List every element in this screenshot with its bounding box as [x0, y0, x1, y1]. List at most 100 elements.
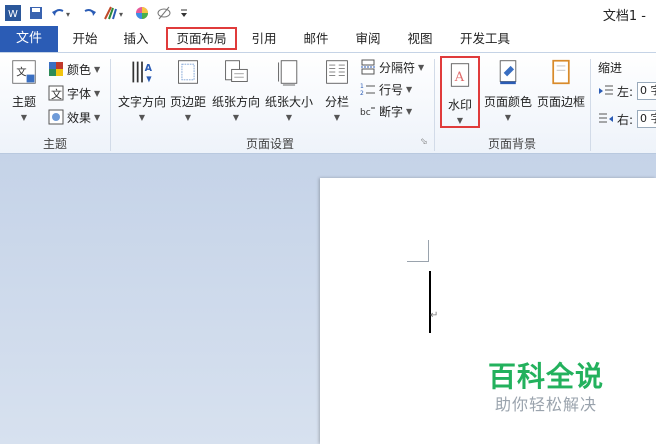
watermark-button[interactable]: A 水印 ▼ — [440, 56, 480, 128]
theme-colors-icon — [49, 62, 63, 76]
brand-watermark-title: 百科全说 — [488, 360, 605, 393]
watermark-icon: A — [450, 63, 470, 87]
orientation-icon — [225, 60, 248, 82]
page-size-label: 纸张大小 — [264, 95, 313, 109]
columns-button[interactable]: 分栏 ▼ — [320, 57, 354, 122]
paragraph-mark: ↵ — [430, 310, 439, 321]
indent-left-label: 左: — [617, 84, 634, 99]
tab-file[interactable]: 文件 — [0, 26, 58, 52]
hyphenation-button[interactable]: bc 断字 ▼ — [360, 101, 412, 121]
theme-fonts-button[interactable]: 文 字体 ▼ — [48, 83, 100, 103]
theme-effects-label: 效果 — [67, 110, 92, 125]
svg-text:▾: ▾ — [66, 10, 70, 19]
page-size-button[interactable]: 纸张大小 ▼ — [263, 57, 315, 122]
tab-page-layout[interactable]: 页面布局 — [166, 27, 237, 50]
text-direction-button[interactable]: A 文字方向 ▼ — [116, 57, 168, 122]
word-logo-icon[interactable]: W — [4, 4, 22, 22]
tab-references[interactable]: 引用 — [243, 29, 285, 49]
tab-view[interactable]: 视图 — [399, 29, 441, 49]
tab-mailings[interactable]: 邮件 — [295, 29, 337, 49]
text-direction-icon: A — [132, 61, 153, 83]
breaks-label: 分隔符 — [379, 60, 416, 75]
theme-effects-button[interactable]: 效果 ▼ — [48, 107, 100, 127]
themes-icon: 文 — [12, 60, 36, 84]
svg-text:bc: bc — [360, 108, 371, 118]
svg-text:2: 2 — [360, 90, 364, 97]
customize-icon[interactable] — [178, 4, 190, 22]
group-divider — [110, 59, 111, 151]
breaks-button[interactable]: 分隔符 ▼ — [360, 57, 424, 77]
theme-fonts-icon: 文 — [48, 85, 64, 101]
orientation-button[interactable]: 纸张方向 ▼ — [211, 57, 261, 122]
tab-review[interactable]: 审阅 — [347, 29, 389, 49]
ribbon-panel: 文 主题 ▼ 颜色 ▼ 文 字体 ▼ 效果 ▼ 主题 A 文字方向 ▼ 页边距 ▼ — [0, 53, 656, 154]
chevron-down-icon: ▼ — [94, 88, 101, 98]
svg-text:文: 文 — [16, 65, 27, 78]
chevron-down-icon: ▼ — [406, 106, 413, 116]
chevron-down-icon: ▼ — [94, 64, 101, 74]
brand-watermark-subtitle: 助你轻松解决 — [495, 395, 598, 414]
svg-text:文: 文 — [51, 87, 62, 101]
chevron-down-icon: ▼ — [333, 113, 341, 122]
margins-button[interactable]: 页边距 ▼ — [168, 57, 208, 122]
margin-corner-mark — [428, 240, 429, 262]
svg-text:A: A — [454, 70, 465, 85]
chevron-down-icon: ▼ — [456, 116, 464, 125]
page-borders-button[interactable]: 页面边框 — [535, 57, 587, 110]
document-page[interactable] — [320, 178, 656, 444]
indent-right-input[interactable]: 0 字 — [637, 110, 656, 128]
page-color-icon — [499, 60, 517, 85]
save-icon[interactable] — [28, 4, 44, 22]
theme-colors-button[interactable]: 颜色 ▼ — [48, 59, 100, 79]
indent-left-icon — [599, 85, 613, 95]
line-numbers-button[interactable]: 12 行号 ▼ — [360, 79, 412, 99]
indent-left-input[interactable]: 0 字 — [637, 82, 656, 100]
format-painter-icon[interactable]: ▾ — [102, 4, 128, 22]
page-color-button[interactable]: 页面颜色 ▼ — [483, 57, 533, 122]
ribbon-tabs: 文件 开始 插入 页面布局 引用 邮件 审阅 视图 开发工具 — [0, 26, 656, 53]
themes-group-label: 主题 — [42, 137, 67, 151]
columns-icon — [326, 60, 348, 84]
theme-effects-icon — [48, 109, 64, 125]
tab-home[interactable]: 开始 — [64, 29, 106, 49]
indent-title: 缩进 — [598, 61, 623, 75]
chevron-down-icon: ▼ — [138, 113, 146, 122]
margins-label: 页边距 — [169, 95, 206, 109]
line-numbers-label: 行号 — [379, 82, 404, 97]
orientation-label: 纸张方向 — [211, 95, 260, 109]
dialog-launcher-icon[interactable]: ⬂ — [420, 137, 428, 147]
margins-icon — [178, 60, 198, 84]
svg-text:A: A — [145, 63, 153, 74]
chevron-down-icon: ▼ — [232, 113, 240, 122]
line-numbers-icon: 12 — [360, 83, 375, 97]
text-cursor — [429, 271, 431, 333]
tab-developer[interactable]: 开发工具 — [452, 29, 518, 49]
themes-label: 主题 — [11, 95, 36, 109]
tab-insert[interactable]: 插入 — [115, 29, 157, 49]
hyphenation-label: 断字 — [379, 104, 404, 119]
document-title: 文档1 - — [602, 9, 646, 24]
chevron-down-icon: ▼ — [20, 113, 28, 122]
chevron-down-icon: ▼ — [94, 112, 101, 122]
breaks-icon — [361, 59, 375, 75]
color-wheel-icon[interactable] — [134, 4, 150, 22]
page-background-group-label: 页面背景 — [487, 137, 536, 151]
chevron-down-icon: ▼ — [418, 62, 425, 72]
redo-icon[interactable] — [80, 4, 98, 22]
chevron-down-icon: ▼ — [184, 113, 192, 122]
chevron-down-icon: ▼ — [285, 113, 293, 122]
columns-label: 分栏 — [324, 95, 349, 109]
page-setup-group-label: 页面设置 — [245, 137, 294, 151]
title-bar: W ▾ ▾ 文档1 - — [0, 0, 656, 26]
indent-right-label: 右: — [617, 112, 634, 127]
no-edit-icon[interactable] — [156, 4, 172, 22]
theme-colors-label: 颜色 — [67, 62, 92, 77]
page-size-icon — [278, 60, 298, 86]
page-borders-label: 页面边框 — [536, 95, 585, 109]
undo-icon[interactable]: ▾ — [50, 4, 76, 22]
svg-text:W: W — [8, 9, 18, 20]
svg-text:1: 1 — [360, 83, 364, 90]
indent-left-row: 左: 0 字 — [598, 81, 656, 101]
hyphenation-icon: bc — [360, 107, 375, 118]
themes-button[interactable]: 文 主题 ▼ — [6, 57, 42, 122]
